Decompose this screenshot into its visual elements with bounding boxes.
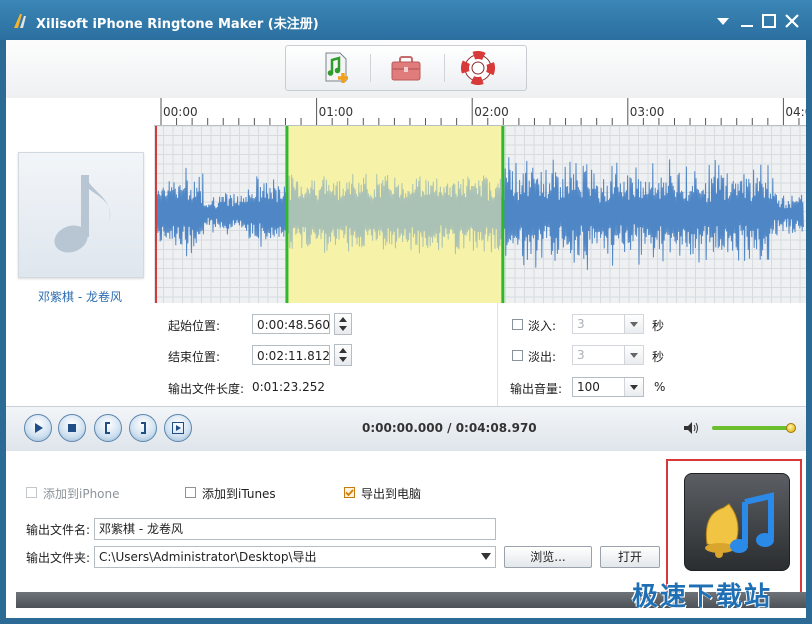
app-window: Xilisoft iPhone Ringtone Maker (未注册) [0, 0, 812, 624]
watermark-text: 极速下载站 [632, 576, 772, 613]
fade-in-select[interactable]: 3 [572, 314, 644, 334]
toolbar [6, 40, 806, 99]
length-value: 0:01:23.252 [252, 380, 325, 394]
volume-slider[interactable] [712, 423, 796, 433]
volume-slider-thumb[interactable] [786, 423, 796, 433]
timeline-tick-label: 04:00 [785, 105, 806, 119]
left-panel: 邓紫棋 - 龙卷风 [6, 98, 155, 406]
output-volume-select[interactable]: 100 [572, 377, 644, 397]
stepper-arrows-icon [335, 314, 351, 334]
minimize-icon[interactable] [738, 12, 756, 30]
maximize-icon[interactable] [760, 12, 778, 30]
timeline-tick-label: 03:00 [630, 105, 665, 119]
add-to-iphone-label: 添加到iPhone [43, 485, 120, 502]
album-art [18, 152, 144, 278]
open-folder-button[interactable]: 打开 [600, 546, 660, 568]
title-bar: Xilisoft iPhone Ringtone Maker (未注册) [0, 0, 812, 40]
output-volume-value: 100 [577, 380, 600, 394]
toolbar-group [285, 45, 527, 91]
bell-music-icon [685, 474, 789, 570]
waveform-editor[interactable]: 00:00 01:00 02:00 03:00 04:00 [154, 98, 806, 303]
end-label: 结束位置: [168, 348, 220, 365]
timeline-tick-label: 00:00 [163, 105, 198, 119]
start-label: 起始位置: [168, 317, 220, 334]
end-time-stepper[interactable] [334, 344, 352, 366]
transfer-button[interactable] [684, 473, 790, 571]
playback-time: 0:00:00.000 / 0:04:08.970 [362, 421, 537, 435]
chevron-down-icon [624, 315, 643, 333]
fade-in-value: 3 [577, 317, 585, 331]
volume-level [712, 426, 788, 430]
filename-input[interactable]: 邓紫棋 - 龙卷风 [94, 518, 496, 540]
chevron-down-icon [624, 378, 643, 396]
bracket-left-icon [101, 421, 115, 435]
toolbar-separator [370, 54, 371, 82]
add-file-button[interactable] [306, 50, 366, 86]
transport-bar: 0:00:00.000 / 0:04:08.970 [6, 406, 806, 452]
fade-in-label: 淡入: [528, 317, 556, 334]
help-button[interactable] [448, 50, 508, 86]
end-time-input[interactable]: 0:02:11.812 [252, 345, 330, 365]
chevron-down-icon [624, 346, 643, 364]
play-selection-icon [171, 421, 185, 435]
folder-value: C:\Users\Administrator\Desktop\导出 [99, 550, 317, 564]
stop-button[interactable] [58, 414, 86, 442]
fade-out-unit: 秒 [652, 348, 664, 365]
volume-label: 输出音量: [510, 380, 562, 397]
length-label: 输出文件长度: [168, 380, 244, 397]
checkmark-icon [344, 487, 355, 498]
folder-select[interactable]: C:\Users\Administrator\Desktop\导出 [94, 546, 496, 568]
vertical-divider [497, 303, 498, 406]
timeline-tick-label: 02:00 [474, 105, 509, 119]
fade-in-checkbox[interactable] [512, 319, 523, 330]
play-icon [31, 421, 45, 435]
app-logo-icon [12, 12, 30, 30]
play-button[interactable] [24, 414, 52, 442]
add-to-iphone-checkbox[interactable] [26, 487, 37, 498]
folder-label: 输出文件夹: [26, 549, 90, 566]
close-icon[interactable] [783, 12, 801, 30]
add-to-itunes-checkbox[interactable] [185, 487, 196, 498]
chevron-down-icon [481, 553, 491, 561]
browse-button[interactable]: 浏览... [504, 546, 592, 568]
stop-icon [65, 421, 79, 435]
fade-out-label: 淡出: [528, 348, 556, 365]
toolbox-icon [389, 53, 423, 83]
client-area: 邓紫棋 - 龙卷风 00:00 01:00 02:00 03:00 04:00 起始位置… [6, 40, 806, 618]
fade-in-unit: 秒 [652, 317, 664, 334]
fade-out-value: 3 [577, 348, 585, 362]
toolbar-separator [444, 54, 445, 82]
start-time-input[interactable]: 0:00:48.560 [252, 314, 330, 334]
volume-icon[interactable] [682, 419, 700, 437]
lifebuoy-icon [461, 51, 495, 85]
set-start-button[interactable] [94, 414, 122, 442]
song-title: 邓紫棋 - 龙卷风 [6, 288, 154, 305]
export-to-pc-label: 导出到电脑 [361, 485, 421, 502]
export-to-pc-checkbox[interactable] [344, 487, 355, 498]
add-file-icon [318, 51, 354, 85]
toolbox-button[interactable] [376, 50, 436, 86]
bracket-right-icon [136, 421, 150, 435]
filename-label: 输出文件名: [26, 521, 90, 538]
start-time-stepper[interactable] [334, 313, 352, 335]
play-selection-button[interactable] [164, 414, 192, 442]
volume-unit: % [654, 380, 665, 394]
selection-overlay [287, 126, 503, 303]
music-note-icon [19, 153, 143, 277]
timeline-tick-label: 01:00 [319, 105, 354, 119]
menu-dropdown-icon[interactable] [714, 12, 732, 30]
selection-controls: 起始位置: 0:00:48.560 结束位置: 0:02:11.812 输出文件… [154, 303, 806, 406]
add-to-itunes-label: 添加到iTunes [202, 485, 276, 502]
set-end-button[interactable] [129, 414, 157, 442]
fade-out-select[interactable]: 3 [572, 345, 644, 365]
stepper-arrows-icon [335, 345, 351, 365]
fade-out-checkbox[interactable] [512, 350, 523, 361]
window-title: Xilisoft iPhone Ringtone Maker (未注册) [36, 13, 319, 32]
